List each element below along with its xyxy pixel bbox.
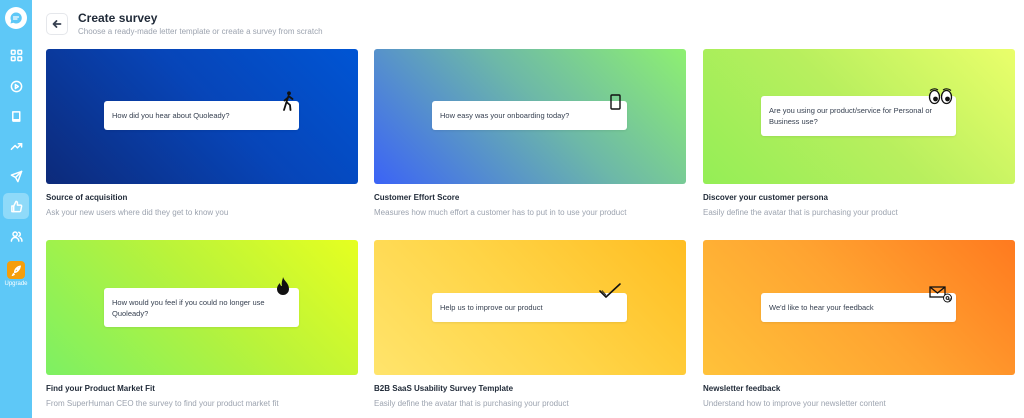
card-preview: We'd like to hear your feedback — [703, 240, 1015, 375]
card-description: Easily define the avatar that is purchas… — [703, 208, 898, 217]
arrow-left-icon — [52, 20, 62, 28]
card-preview: Are you using our product/service for Pe… — [703, 49, 1015, 184]
checkmark-icon — [599, 283, 621, 298]
eyes-icon — [928, 88, 953, 105]
page-subtitle: Choose a ready-made letter template or c… — [78, 27, 323, 36]
users-icon — [10, 230, 23, 242]
card-description: Measures how much effort a customer has … — [374, 208, 627, 217]
question-text: We'd like to hear your feedback — [769, 303, 874, 312]
question-text: How would you feel if you could no longe… — [112, 297, 265, 318]
sidebar-item-contacts[interactable] — [3, 223, 29, 249]
survey-card-product-market-fit[interactable]: How would you feel if you could no longe… — [46, 240, 358, 409]
card-description: Understand how to improve your newslette… — [703, 399, 886, 408]
question-box: We'd like to hear your feedback — [761, 293, 956, 322]
sidebar: Upgrade — [0, 0, 32, 418]
phone-icon — [610, 94, 621, 110]
card-preview: How did you hear about Quoleady? — [46, 49, 358, 184]
send-icon — [10, 170, 22, 182]
grid-icon — [10, 49, 22, 61]
card-preview: How would you feel if you could no longe… — [46, 240, 358, 375]
card-title: B2B SaaS Usability Survey Template — [374, 384, 514, 393]
back-button[interactable] — [46, 13, 68, 35]
person-walking-icon — [283, 91, 294, 111]
question-box: How easy was your onboarding today? — [432, 101, 627, 130]
sidebar-item-campaigns[interactable] — [3, 163, 29, 189]
question-box: How would you feel if you could no longe… — [104, 288, 299, 327]
sidebar-item-media[interactable] — [3, 73, 29, 99]
card-title: Customer Effort Score — [374, 193, 460, 202]
card-title: Discover your customer persona — [703, 193, 828, 202]
survey-card-customer-effort-score[interactable]: How easy was your onboarding today? Cust… — [374, 49, 686, 218]
card-preview: Help us to improve our product — [374, 240, 686, 375]
sidebar-item-dashboard[interactable] — [3, 42, 29, 68]
mail-at-icon — [929, 286, 952, 303]
survey-card-newsletter-feedback[interactable]: We'd like to hear your feedback Newslett… — [703, 240, 1015, 409]
question-text: Help us to improve our product — [440, 303, 543, 312]
card-title: Source of acquisition — [46, 193, 128, 202]
play-circle-icon — [10, 80, 22, 92]
question-text: How easy was your onboarding today? — [440, 111, 570, 120]
trend-up-icon — [10, 142, 22, 150]
page-title: Create survey — [78, 11, 158, 25]
card-title: Newsletter feedback — [703, 384, 781, 393]
card-description: Ask your new users where did they get to… — [46, 208, 229, 217]
card-title: Find your Product Market Fit — [46, 384, 155, 393]
question-box: How did you hear about Quoleady? — [104, 101, 299, 130]
sidebar-item-surveys[interactable] — [3, 193, 29, 219]
chat-bubble-icon[interactable] — [5, 7, 27, 29]
card-description: Easily define the avatar that is purchas… — [374, 399, 569, 408]
card-preview: How easy was your onboarding today? — [374, 49, 686, 184]
survey-card-customer-persona[interactable]: Are you using our product/service for Pe… — [703, 49, 1015, 218]
rocket-icon — [7, 261, 25, 279]
question-text: Are you using our product/service for Pe… — [769, 106, 932, 126]
card-description: From SuperHuman CEO the survey to find y… — [46, 399, 279, 408]
question-box: Are you using our product/service for Pe… — [761, 96, 956, 136]
survey-card-b2b-saas-usability[interactable]: Help us to improve our product B2B SaaS … — [374, 240, 686, 409]
flame-icon — [277, 277, 289, 295]
question-text: How did you hear about Quoleady? — [112, 111, 230, 120]
sidebar-item-library[interactable] — [3, 103, 29, 129]
upgrade-button[interactable]: Upgrade — [3, 261, 29, 287]
survey-card-source-of-acquisition[interactable]: How did you hear about Quoleady? Source … — [46, 49, 358, 218]
book-icon — [11, 110, 20, 122]
sidebar-item-analytics[interactable] — [3, 133, 29, 159]
thumbs-up-icon — [10, 200, 22, 212]
upgrade-label: Upgrade — [4, 281, 28, 287]
